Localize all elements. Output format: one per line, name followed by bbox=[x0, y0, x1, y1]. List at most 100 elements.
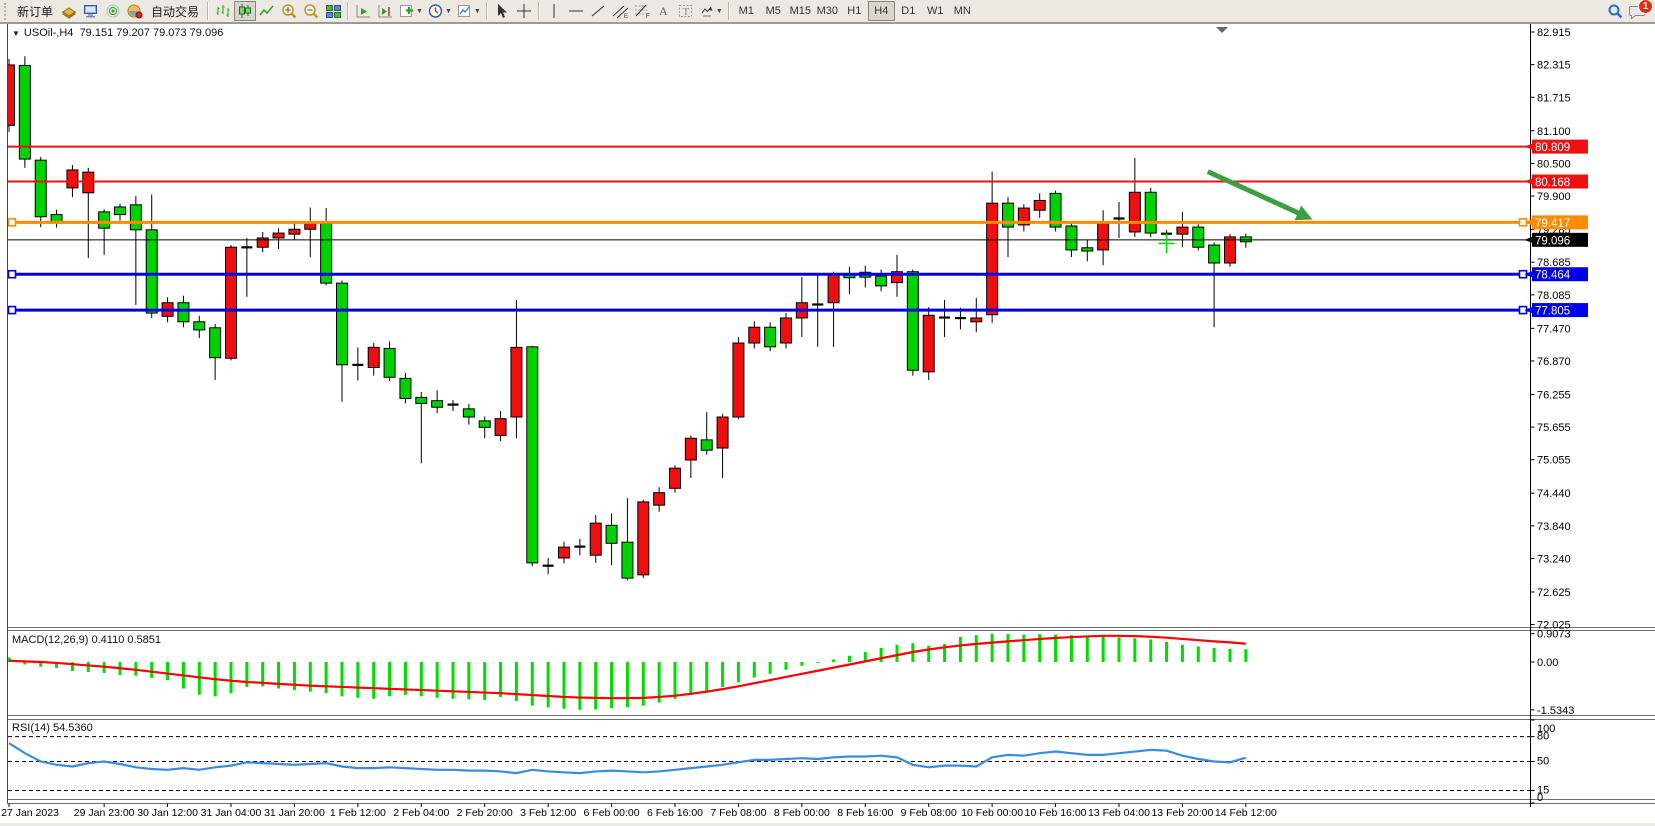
fibonacci-tool-icon[interactable]: F bbox=[631, 1, 653, 21]
svg-text:76.255: 76.255 bbox=[1537, 389, 1571, 401]
autotrade-button[interactable]: 自动交易 bbox=[146, 1, 204, 21]
svg-text:80.168: 80.168 bbox=[1535, 177, 1570, 189]
price-level-badge: 79.417 bbox=[1525, 215, 1589, 230]
price-level-badge: 79.096 bbox=[1525, 233, 1589, 248]
svg-text:F: F bbox=[646, 14, 650, 19]
crosshair-tool-icon[interactable] bbox=[513, 1, 535, 21]
svg-text:31 Jan 04:00: 31 Jan 04:00 bbox=[201, 807, 262, 819]
svg-text:8 Feb 00:00: 8 Feb 00:00 bbox=[774, 807, 830, 819]
svg-text:2 Feb 04:00: 2 Feb 04:00 bbox=[393, 807, 449, 819]
svg-text:82.315: 82.315 bbox=[1537, 60, 1571, 72]
chevron-down-icon[interactable]: ▼ bbox=[474, 8, 481, 15]
svg-text:80.809: 80.809 bbox=[1535, 142, 1570, 154]
tab-timeframe-w1[interactable]: W1 bbox=[922, 1, 949, 21]
tab-timeframe-m30[interactable]: M30 bbox=[814, 1, 841, 21]
chevron-down-icon[interactable]: ▼ bbox=[445, 8, 452, 15]
svg-text:27 Jan 2023: 27 Jan 2023 bbox=[1, 807, 59, 819]
indicators-button[interactable]: ▼ bbox=[396, 1, 425, 21]
text-tool-icon[interactable]: A bbox=[653, 1, 675, 21]
svg-text:77.470: 77.470 bbox=[1537, 323, 1571, 335]
svg-text:10 Feb 16:00: 10 Feb 16:00 bbox=[1025, 807, 1087, 819]
svg-text:30 Jan 12:00: 30 Jan 12:00 bbox=[137, 807, 198, 819]
tab-timeframe-m1[interactable]: M1 bbox=[733, 1, 760, 21]
toolbar-separator bbox=[728, 2, 730, 20]
price-level-badge: 80.168 bbox=[1525, 174, 1589, 189]
auto-scroll-icon[interactable] bbox=[352, 1, 374, 21]
bar-chart-icon[interactable] bbox=[212, 1, 234, 21]
svg-text:8 Feb 16:00: 8 Feb 16:00 bbox=[837, 807, 893, 819]
chevron-down-icon[interactable]: ▼ bbox=[716, 8, 723, 15]
chevron-down-icon[interactable]: ▼ bbox=[416, 8, 423, 15]
periods-button[interactable]: ▼ bbox=[425, 1, 454, 21]
svg-text:10 Feb 00:00: 10 Feb 00:00 bbox=[961, 807, 1023, 819]
svg-text:31 Jan 20:00: 31 Jan 20:00 bbox=[264, 807, 325, 819]
toolbar-separator bbox=[347, 2, 349, 20]
svg-text:9 Feb 08:00: 9 Feb 08:00 bbox=[901, 807, 957, 819]
svg-text:3 Feb 12:00: 3 Feb 12:00 bbox=[520, 807, 576, 819]
svg-text:14 Feb 12:00: 14 Feb 12:00 bbox=[1215, 807, 1277, 819]
tab-timeframe-mn[interactable]: MN bbox=[949, 1, 976, 21]
tile-windows-icon[interactable] bbox=[322, 1, 344, 21]
svg-text:80.500: 80.500 bbox=[1537, 158, 1571, 170]
signal-icon[interactable] bbox=[102, 1, 124, 21]
toolbar: 新订单 bbox=[0, 0, 1655, 23]
autotrade-icon[interactable] bbox=[124, 1, 146, 21]
svg-text:6 Feb 16:00: 6 Feb 16:00 bbox=[647, 807, 703, 819]
svg-text:78.085: 78.085 bbox=[1537, 290, 1571, 302]
toolbar-grip bbox=[4, 3, 9, 20]
terminal-icon[interactable] bbox=[80, 1, 102, 21]
svg-text:2 Feb 20:00: 2 Feb 20:00 bbox=[457, 807, 513, 819]
svg-text:76.870: 76.870 bbox=[1537, 356, 1571, 368]
svg-text:0.9073: 0.9073 bbox=[1537, 629, 1571, 641]
svg-text:1 Feb 12:00: 1 Feb 12:00 bbox=[330, 807, 386, 819]
tab-timeframe-m5[interactable]: M5 bbox=[760, 1, 787, 21]
tab-timeframe-h4[interactable]: H4 bbox=[868, 1, 895, 21]
svg-text:77.805: 77.805 bbox=[1535, 306, 1570, 318]
channel-tool-icon[interactable]: E bbox=[609, 1, 631, 21]
svg-text:-1.5343: -1.5343 bbox=[1537, 705, 1574, 717]
svg-text:0: 0 bbox=[1537, 792, 1543, 804]
zoom-out-icon[interactable] bbox=[300, 1, 322, 21]
notifications-chat-icon[interactable]: 1 bbox=[1626, 1, 1649, 21]
svg-text:81.715: 81.715 bbox=[1537, 92, 1571, 104]
gold-bar-icon[interactable] bbox=[58, 1, 80, 21]
notification-count-badge: 1 bbox=[1638, 0, 1653, 14]
svg-text:29 Jan 23:00: 29 Jan 23:00 bbox=[74, 807, 135, 819]
svg-text:7 Feb 08:00: 7 Feb 08:00 bbox=[710, 807, 766, 819]
new-order-button[interactable]: 新订单 bbox=[12, 1, 58, 21]
svg-text:73.240: 73.240 bbox=[1537, 554, 1571, 566]
svg-text:79.417: 79.417 bbox=[1535, 218, 1570, 230]
horizontal-line-tool-icon[interactable] bbox=[565, 1, 587, 21]
line-chart-icon[interactable] bbox=[256, 1, 278, 21]
price-level-badge: 78.464 bbox=[1525, 267, 1589, 282]
tab-timeframe-d1[interactable]: D1 bbox=[895, 1, 922, 21]
arrows-tool-icon[interactable]: ▼ bbox=[697, 1, 725, 21]
svg-text:A: A bbox=[659, 4, 668, 18]
candlestick-chart-icon[interactable] bbox=[234, 1, 256, 21]
tab-timeframe-h1[interactable]: H1 bbox=[841, 1, 868, 21]
svg-text:T: T bbox=[683, 6, 690, 18]
svg-text:72.625: 72.625 bbox=[1537, 587, 1571, 599]
text-label-tool-icon[interactable]: T bbox=[675, 1, 697, 21]
svg-text:75.055: 75.055 bbox=[1537, 455, 1571, 467]
search-icon[interactable] bbox=[1604, 1, 1626, 21]
mt4-window: 新订单 bbox=[0, 0, 1655, 826]
price-chart-canvas[interactable]: 82.91582.31581.71581.10080.50079.90079.2… bbox=[0, 0, 1655, 826]
chart-shift-icon[interactable] bbox=[374, 1, 396, 21]
svg-text:79.096: 79.096 bbox=[1535, 235, 1570, 247]
svg-text:6 Feb 00:00: 6 Feb 00:00 bbox=[584, 807, 640, 819]
toolbar-separator bbox=[207, 2, 209, 20]
svg-text:81.100: 81.100 bbox=[1537, 126, 1571, 138]
price-level-badge: 80.809 bbox=[1525, 140, 1589, 155]
vertical-line-tool-icon[interactable] bbox=[543, 1, 565, 21]
zoom-in-icon[interactable] bbox=[278, 1, 300, 21]
cursor-tool-icon[interactable] bbox=[491, 1, 513, 21]
toolbar-separator bbox=[538, 2, 540, 20]
trendline-tool-icon[interactable] bbox=[587, 1, 609, 21]
svg-text:75.655: 75.655 bbox=[1537, 422, 1571, 434]
tab-timeframe-m15[interactable]: M15 bbox=[787, 1, 814, 21]
templates-button[interactable]: ▼ bbox=[454, 1, 483, 21]
toolbar-separator bbox=[486, 2, 488, 20]
svg-text:74.440: 74.440 bbox=[1537, 488, 1571, 500]
svg-text:79.900: 79.900 bbox=[1537, 191, 1571, 203]
